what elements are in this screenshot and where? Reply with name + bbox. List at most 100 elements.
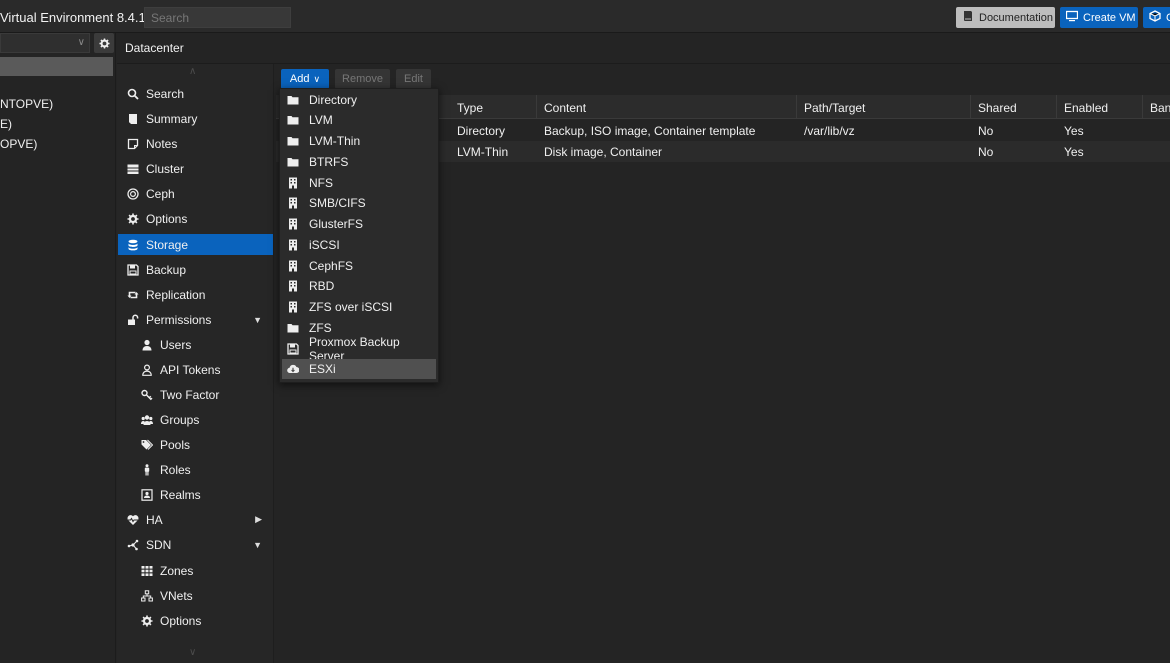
menu-item-iscsi[interactable]: iSCSI xyxy=(282,235,436,255)
ceph-icon xyxy=(127,187,139,200)
gear-icon xyxy=(141,615,153,627)
add-label: Add xyxy=(289,73,310,85)
server-icon xyxy=(127,163,139,175)
column-divider xyxy=(1142,95,1143,119)
view-selector[interactable]: ∨ xyxy=(0,33,90,53)
nav-item-roles[interactable]: Roles xyxy=(118,459,273,480)
cell-type: LVM-Thin xyxy=(457,145,509,159)
column-header-path[interactable]: Path/Target xyxy=(804,101,865,115)
column-header-enabled[interactable]: Enabled xyxy=(1064,101,1108,115)
menu-item-label: NFS xyxy=(309,176,333,190)
nav-item-zones[interactable]: Zones xyxy=(118,560,273,581)
tree-item[interactable]: OPVE) xyxy=(0,137,37,151)
tree-item[interactable]: NTOPVE) xyxy=(0,97,53,111)
nav-label: Permissions xyxy=(146,312,212,327)
nav-label: Two Factor xyxy=(160,387,220,402)
menu-item-cephfs[interactable]: CephFS xyxy=(282,256,436,276)
cell-type: Directory xyxy=(457,124,506,138)
nav-item-pools[interactable]: Pools xyxy=(118,434,273,455)
cell-shared: No xyxy=(978,145,994,159)
search-input[interactable] xyxy=(144,7,291,28)
column-divider xyxy=(536,95,537,119)
menu-item-label: ZFS over iSCSI xyxy=(309,300,393,314)
resource-tree: ∨ NTOPVE) E) OPVE) xyxy=(0,33,116,663)
caret-down-icon[interactable]: ▼ xyxy=(253,315,262,325)
tree-item[interactable]: E) xyxy=(0,117,12,131)
chevron-down-icon: ∨ xyxy=(77,37,85,48)
nav-label: Replication xyxy=(146,287,206,302)
create-vm-button[interactable]: Create VM xyxy=(1060,7,1138,28)
network-icon xyxy=(141,589,153,602)
gear-icon[interactable] xyxy=(94,33,114,53)
building-icon xyxy=(287,239,299,251)
scroll-up-icon[interactable]: ∧ xyxy=(189,66,196,77)
nav-item-sdn-options[interactable]: Options xyxy=(118,610,273,631)
note-icon xyxy=(127,138,139,150)
documentation-button[interactable]: Documentation xyxy=(956,7,1055,28)
menu-item-btrfs[interactable]: BTRFS xyxy=(282,152,436,172)
tags-icon xyxy=(141,439,153,451)
nav-item-backup[interactable]: Backup xyxy=(118,259,273,280)
menu-item-glusterfs[interactable]: GlusterFS xyxy=(282,214,436,234)
menu-item-esxi[interactable]: ESXi xyxy=(282,359,436,379)
nav-item-options[interactable]: Options xyxy=(118,208,273,229)
add-button[interactable]: Add ∨ xyxy=(281,69,329,89)
menu-item-zfs-over-iscsi[interactable]: ZFS over iSCSI xyxy=(282,297,436,317)
folder-icon xyxy=(287,135,299,147)
nav-item-ha[interactable]: HA ▶ xyxy=(118,509,273,530)
folder-icon xyxy=(287,94,299,106)
menu-item-proxmox-backup-server[interactable]: Proxmox Backup Server xyxy=(282,335,436,363)
nav-item-cluster[interactable]: Cluster xyxy=(118,158,273,179)
add-storage-menu: Directory LVM LVM-Thin BTRFS NFS SMB/CIF… xyxy=(279,88,439,383)
menu-item-nfs[interactable]: NFS xyxy=(282,173,436,193)
nav-item-api-tokens[interactable]: API Tokens xyxy=(118,359,273,380)
menu-item-lvm-thin[interactable]: LVM-Thin xyxy=(282,131,436,151)
nav-item-two-factor[interactable]: Two Factor xyxy=(118,384,273,405)
menu-item-lvm[interactable]: LVM xyxy=(282,110,436,130)
nav-item-users[interactable]: Users xyxy=(118,334,273,355)
nav-item-sdn[interactable]: SDN ▼ xyxy=(118,534,273,555)
nav-label: Pools xyxy=(160,437,191,452)
column-header-shared[interactable]: Shared xyxy=(978,101,1017,115)
menu-item-label: LVM xyxy=(309,113,333,127)
key-icon xyxy=(141,389,153,401)
column-header-bandwidth[interactable]: Ban xyxy=(1150,101,1170,115)
menu-item-smb-cifs[interactable]: SMB/CIFS xyxy=(282,193,436,213)
nav-item-search[interactable]: Search xyxy=(118,83,273,104)
scroll-down-icon[interactable]: ∨ xyxy=(189,647,196,658)
nav-item-notes[interactable]: Notes xyxy=(118,133,273,154)
header-divider xyxy=(117,63,1170,64)
cell-enabled: Yes xyxy=(1064,145,1084,159)
floppy-icon xyxy=(127,263,139,276)
remove-button[interactable]: Remove xyxy=(335,69,390,89)
column-header-content[interactable]: Content xyxy=(544,101,586,115)
nav-item-realms[interactable]: Realms xyxy=(118,484,273,505)
create-ct-button[interactable]: C xyxy=(1143,7,1170,28)
nav-item-storage[interactable]: Storage xyxy=(118,234,273,255)
book-icon xyxy=(962,10,974,25)
create-ct-label: C xyxy=(1166,11,1170,24)
nav-label: Ceph xyxy=(146,186,175,201)
user-icon xyxy=(141,339,153,351)
edit-button[interactable]: Edit xyxy=(396,69,431,89)
nav-item-vnets[interactable]: VNets xyxy=(118,585,273,606)
nav-label: API Tokens xyxy=(160,362,221,377)
menu-item-label: GlusterFS xyxy=(309,217,364,231)
nav-label: Realms xyxy=(160,487,201,502)
tree-selected-row[interactable] xyxy=(0,57,113,76)
caret-right-icon[interactable]: ▶ xyxy=(255,514,262,525)
gear-icon xyxy=(127,213,139,225)
cube-icon xyxy=(1149,10,1161,25)
nav-item-ceph[interactable]: Ceph xyxy=(118,183,273,204)
nav-item-summary[interactable]: Summary xyxy=(118,108,273,129)
nav-item-groups[interactable]: Groups xyxy=(118,409,273,430)
menu-item-directory[interactable]: Directory xyxy=(282,90,436,110)
nav-item-permissions[interactable]: Permissions ▼ xyxy=(118,309,273,330)
menu-item-rbd[interactable]: RBD xyxy=(282,276,436,296)
nav-label: Roles xyxy=(160,462,191,477)
column-header-type[interactable]: Type xyxy=(457,101,483,115)
menu-item-label: iSCSI xyxy=(309,238,340,252)
nav-item-replication[interactable]: Replication xyxy=(118,284,273,305)
caret-down-icon[interactable]: ▼ xyxy=(253,540,262,550)
building-icon xyxy=(287,177,299,189)
